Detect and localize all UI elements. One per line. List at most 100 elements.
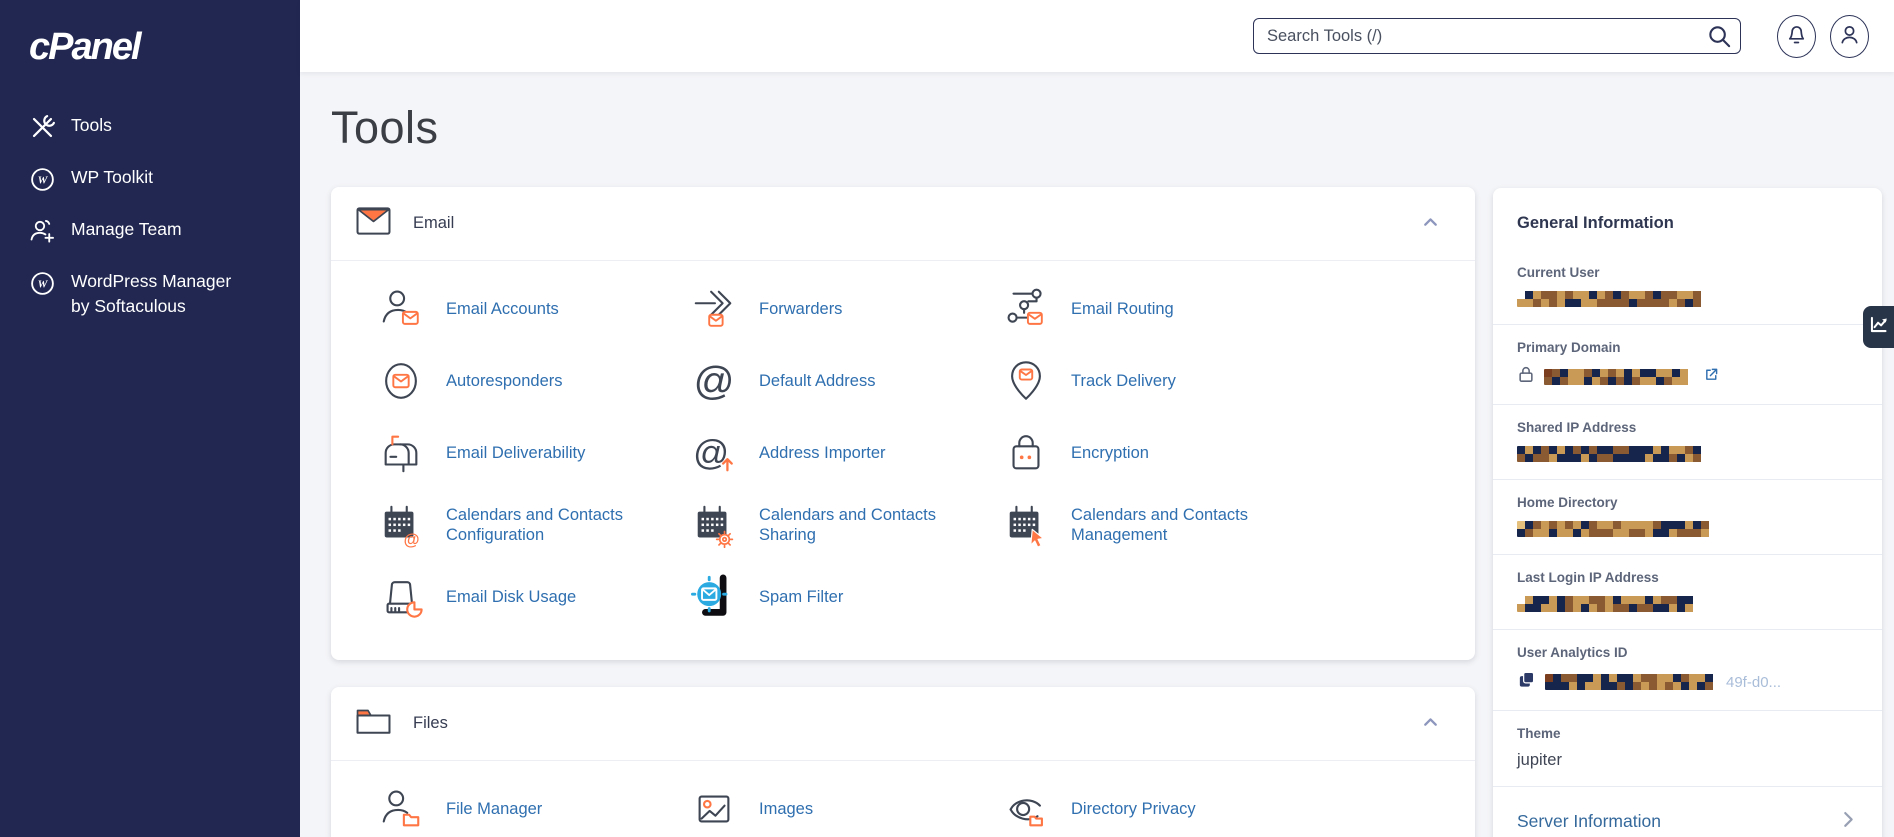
sidebar-item-wordpress-manager-by-softaculous[interactable]: W WordPress Manager by Softaculous: [0, 257, 300, 332]
notifications-button[interactable]: [1777, 14, 1816, 58]
info-field-theme: Theme jupiter: [1493, 710, 1882, 786]
encryption-icon: [1003, 430, 1049, 476]
section-card-files: Files File Manager Images Directory Privacy: [331, 687, 1475, 837]
search-icon[interactable]: [1707, 24, 1732, 54]
tool-label: Autoresponders: [446, 371, 563, 390]
tool-link-calendars-and-contacts-configuration[interactable]: @ Calendars and Contacts Configuration: [378, 502, 691, 548]
svg-text:W: W: [38, 175, 49, 187]
tool-label: Track Delivery: [1071, 371, 1176, 390]
info-field-home-directory: Home Directory: [1493, 479, 1882, 554]
bell-icon: [1785, 23, 1808, 49]
info-field-last-login-ip-address: Last Login IP Address: [1493, 554, 1882, 629]
server-information-link[interactable]: Server Information: [1493, 786, 1882, 837]
sidebar-item-label: Tools: [71, 115, 112, 135]
tool-link-email-deliverability[interactable]: Email Deliverability: [378, 430, 691, 476]
info-field-value: [1517, 365, 1858, 388]
info-field-label: Home Directory: [1517, 495, 1618, 510]
section-title-email: Email: [413, 214, 455, 232]
tool-link-encryption[interactable]: Encryption: [1003, 430, 1455, 476]
sidebar-nav: Tools W WP Toolkit Manage Team W WordPress Ma…: [0, 101, 300, 332]
info-field-label: User Analytics ID: [1517, 645, 1628, 660]
tool-link-autoresponders[interactable]: Autoresponders: [378, 358, 691, 404]
email-accounts-icon: [378, 286, 424, 332]
info-field-value: 49f-d0...: [1517, 670, 1858, 694]
email-routing-icon: [1003, 286, 1049, 332]
tool-link-email-routing[interactable]: Email Routing: [1003, 286, 1455, 332]
tool-link-calendars-and-contacts-management[interactable]: Calendars and Contacts Management: [1003, 502, 1455, 548]
default-address-icon: @: [691, 358, 737, 404]
lock-icon: [1517, 365, 1535, 388]
tool-link-default-address[interactable]: @ Default Address: [691, 358, 1003, 404]
files-section-icon: [355, 704, 392, 743]
info-field-label: Primary Domain: [1517, 340, 1621, 355]
directory-privacy-icon: [1003, 786, 1049, 832]
external-link-icon[interactable]: [1703, 366, 1720, 388]
files-tools-grid: File Manager Images Directory Privacy: [331, 761, 1475, 837]
chevron-up-icon: [1420, 717, 1441, 736]
page-title: Tools: [331, 102, 439, 153]
sidebar-item-wp-toolkit[interactable]: W WP Toolkit: [0, 153, 300, 205]
copy-icon[interactable]: [1517, 670, 1536, 694]
images-icon: [691, 786, 737, 832]
tool-label: Encryption: [1071, 443, 1149, 462]
cpanel-app: cPanel Tools W WP Toolkit Manage Team W WordP…: [0, 0, 1894, 837]
section-title-files: Files: [413, 714, 448, 732]
tool-link-email-accounts[interactable]: Email Accounts: [378, 286, 691, 332]
email-tools-grid: Email Accounts Forwarders Email Routing Aut…: [331, 261, 1475, 660]
tool-link-spam-filter[interactable]: Spam Filter: [691, 574, 1003, 620]
tool-link-directory-privacy[interactable]: Directory Privacy: [1003, 786, 1455, 832]
tool-label: Images: [759, 799, 814, 818]
cpanel-logo[interactable]: cPanel: [0, 0, 300, 69]
tools-icon: [29, 114, 56, 141]
tool-link-images[interactable]: Images: [691, 786, 1003, 832]
info-field-user-analytics-id: User Analytics ID 49f-d0...: [1493, 629, 1882, 710]
redacted-value: [1517, 446, 1702, 462]
tool-link-email-disk-usage[interactable]: Email Disk Usage: [378, 574, 691, 620]
sidebar-item-label: Manage Team: [71, 219, 182, 239]
tools-main: Tools Email Email Accounts Forwarders Email…: [300, 72, 1475, 837]
tool-link-track-delivery[interactable]: Track Delivery: [1003, 358, 1455, 404]
info-field-value: [1517, 290, 1858, 308]
sidebar-item-label: WP Toolkit: [71, 167, 154, 187]
main-area: Tools EmailEmail AccountsForwardersEmail…: [300, 0, 1894, 837]
tool-label: Address Importer: [759, 443, 886, 462]
tool-link-calendars-and-contacts-sharing[interactable]: Calendars and Contacts Sharing: [691, 502, 1003, 548]
tool-label: Directory Privacy: [1071, 799, 1196, 818]
tool-label: Email Disk Usage: [446, 587, 577, 606]
user-menu-button[interactable]: [1830, 14, 1869, 58]
tool-label: Email Routing: [1071, 299, 1174, 318]
autoresponders-icon: [378, 358, 424, 404]
search-input[interactable]: [1253, 18, 1741, 54]
redacted-value: [1545, 674, 1717, 690]
analytics-tab[interactable]: [1863, 306, 1894, 348]
tool-label: Default Address: [759, 371, 876, 390]
tool-link-address-importer[interactable]: @ Address Importer: [691, 430, 1003, 476]
calendars-management-icon: [1003, 502, 1049, 548]
calendars-configuration-icon: @: [378, 502, 424, 548]
section-header-files: Files: [331, 687, 1475, 761]
email-section-icon: [355, 204, 392, 243]
chevron-right-icon: [1838, 809, 1858, 834]
sidebar: cPanel Tools W WP Toolkit Manage Team W WordP…: [0, 0, 300, 837]
address-importer-icon: @: [691, 430, 737, 476]
sidebar-item-manage-team[interactable]: Manage Team: [0, 205, 300, 257]
wordpress-icon: W: [29, 270, 56, 297]
svg-text:@: @: [694, 358, 735, 403]
sidebar-item-tools[interactable]: Tools: [0, 101, 300, 153]
info-field-value: jupiter: [1517, 751, 1858, 770]
collapse-email-button[interactable]: [1416, 208, 1445, 240]
info-field-label: Shared IP Address: [1517, 420, 1637, 435]
content: Tools Email Email Accounts Forwarders Email…: [300, 72, 1894, 837]
redacted-value: [1517, 596, 1699, 612]
info-field-label: Theme: [1517, 726, 1561, 741]
tool-label: Calendars and Contacts Sharing: [759, 505, 937, 544]
tool-label: File Manager: [446, 799, 543, 818]
wordpress-icon: W: [29, 166, 56, 193]
sidebar-item-label: WordPress Manager by Softaculous: [71, 271, 232, 317]
tool-link-file-manager[interactable]: File Manager: [378, 786, 691, 832]
redacted-value: [1517, 291, 1707, 307]
collapse-files-button[interactable]: [1416, 708, 1445, 740]
tool-link-forwarders[interactable]: Forwarders: [691, 286, 1003, 332]
info-field-value: [1517, 520, 1858, 538]
info-field-value: [1517, 445, 1858, 463]
